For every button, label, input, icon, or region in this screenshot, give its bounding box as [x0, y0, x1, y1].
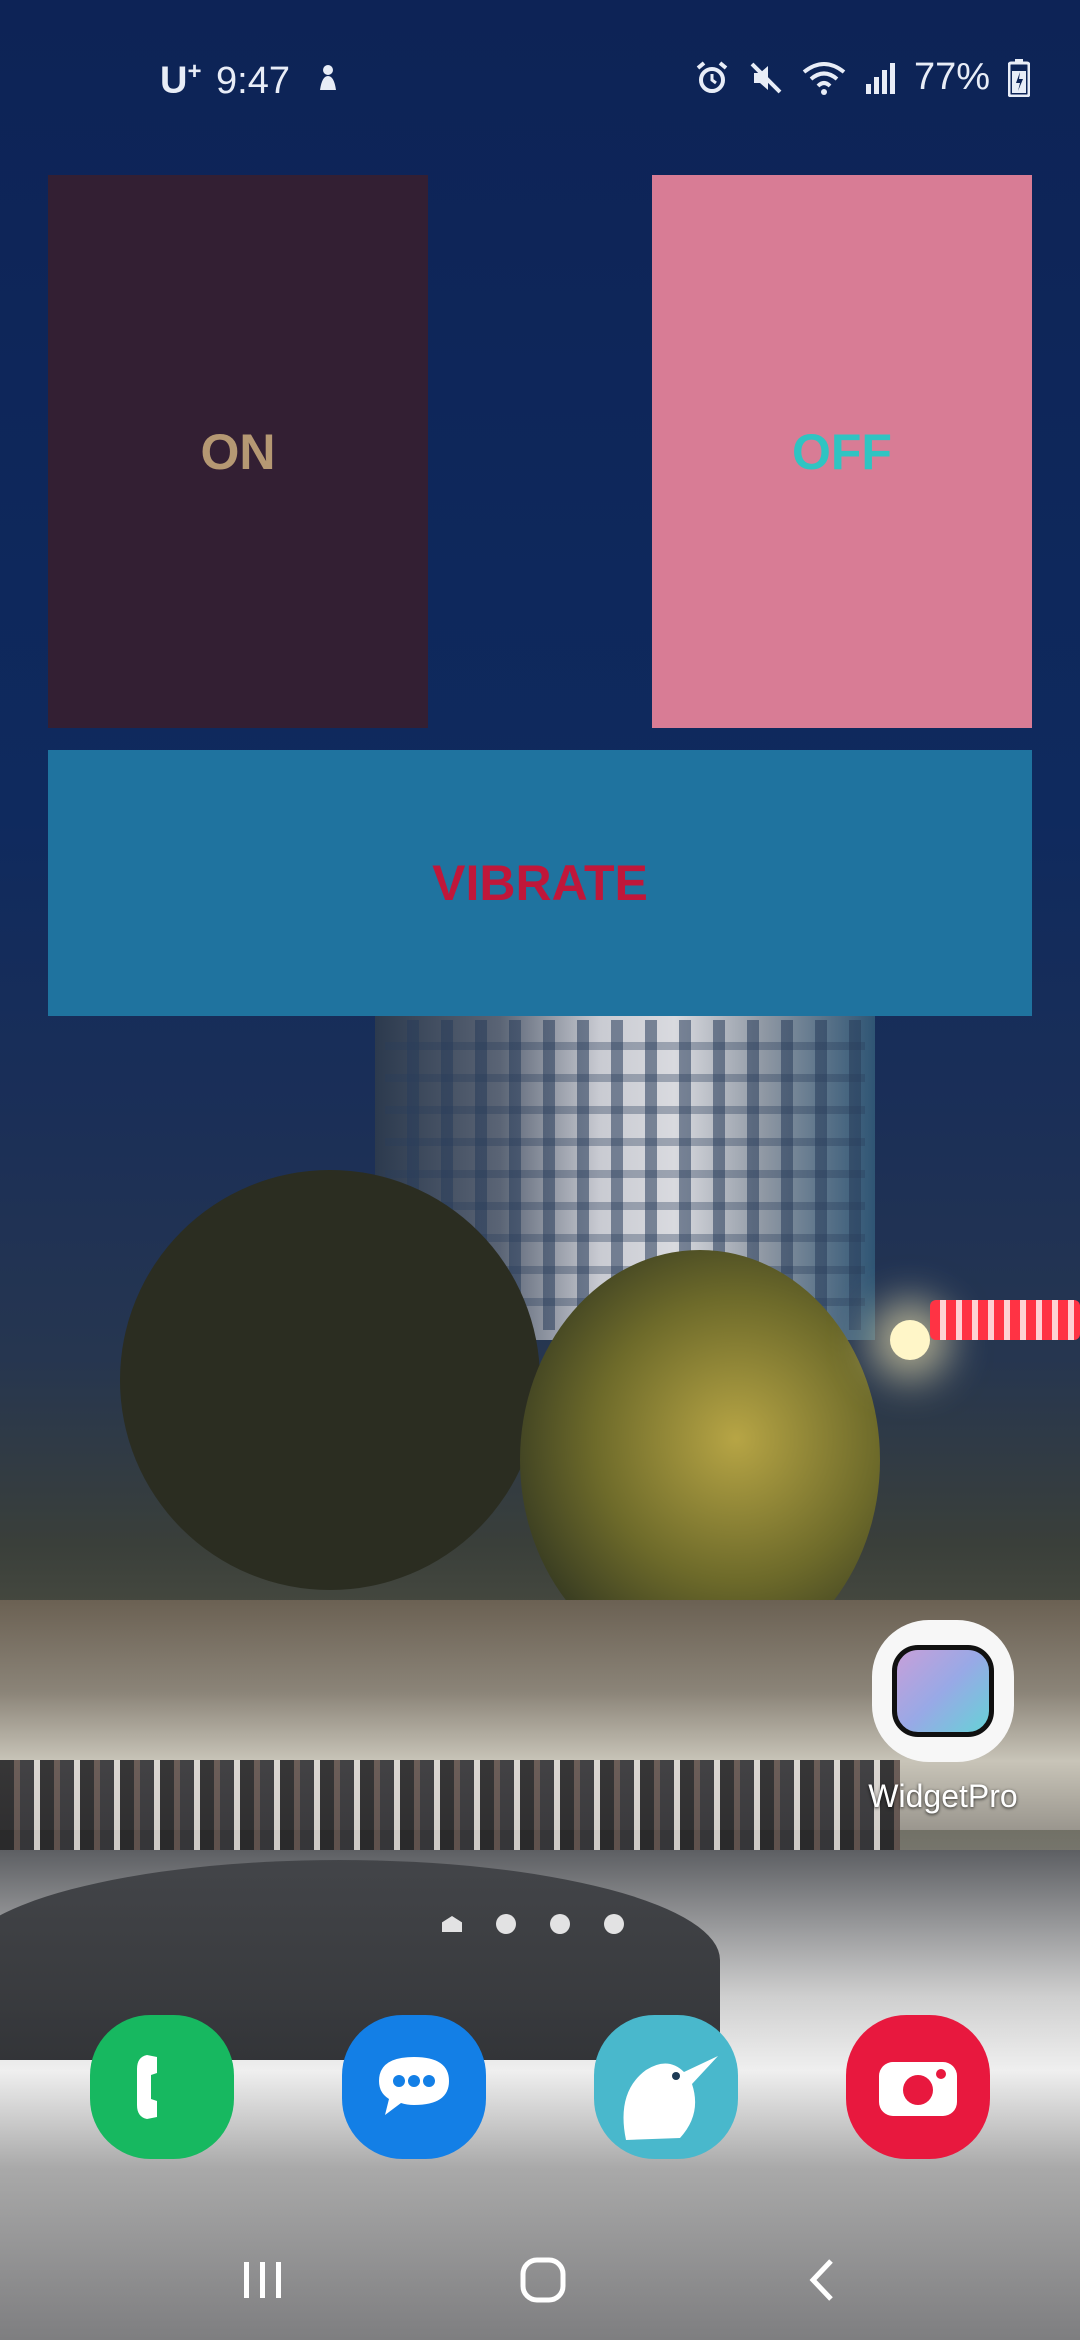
kiwi-browser-icon [623, 2056, 718, 2140]
wallpaper-car [0, 1860, 720, 2060]
widgetpro-app[interactable]: WidgetPro [858, 1620, 1028, 1815]
messages-icon [379, 2057, 449, 2115]
camera-icon [879, 2062, 957, 2116]
alarm-icon [696, 60, 728, 93]
widgetpro-label: WidgetPro [868, 1778, 1018, 1814]
back-button[interactable] [783, 2250, 863, 2310]
signal-icon [865, 62, 895, 94]
kiwi-browser-app[interactable] [594, 2015, 738, 2159]
home-page-indicator-icon [442, 1916, 462, 1932]
wallpaper-streetlamp [890, 1320, 930, 1360]
carrier-label: U+ [160, 58, 202, 102]
wallpaper-sign-lights [930, 1300, 1080, 1340]
back-icon [809, 2259, 833, 2301]
page-dot [496, 1914, 516, 1934]
phone-icon [137, 2055, 157, 2119]
off-label: OFF [792, 423, 892, 480]
status-clock: 9:47 [216, 60, 290, 102]
off-button[interactable]: OFF [652, 175, 1032, 728]
battery-percent: 77% [913, 56, 990, 98]
widgetpro-icon [872, 1620, 1014, 1762]
wallpaper-tree [120, 1170, 540, 1590]
on-label: ON [200, 423, 276, 480]
mute-icon [750, 62, 782, 93]
battery-icon [1008, 58, 1030, 97]
wallpaper-crowd [0, 1760, 900, 1860]
recents-icon [244, 2262, 281, 2298]
recents-button[interactable] [223, 2250, 303, 2310]
home-icon [520, 2257, 566, 2303]
camera-app[interactable] [846, 2015, 990, 2159]
home-button[interactable] [503, 2250, 583, 2310]
vibrate-button[interactable]: VIBRATE [48, 750, 1032, 1016]
page-dot-current [604, 1914, 624, 1934]
page-indicator[interactable] [442, 1914, 624, 1934]
page-dot [550, 1914, 570, 1934]
person-icon [320, 65, 336, 90]
navigation-bar [0, 2220, 1080, 2340]
messages-app[interactable] [342, 2015, 486, 2159]
phone-app[interactable] [90, 2015, 234, 2159]
vibrate-label: VIBRATE [432, 855, 648, 911]
status-bar: U+ 9:47 77% [0, 0, 1080, 160]
wifi-icon [802, 61, 846, 95]
on-button[interactable]: ON [48, 175, 428, 728]
